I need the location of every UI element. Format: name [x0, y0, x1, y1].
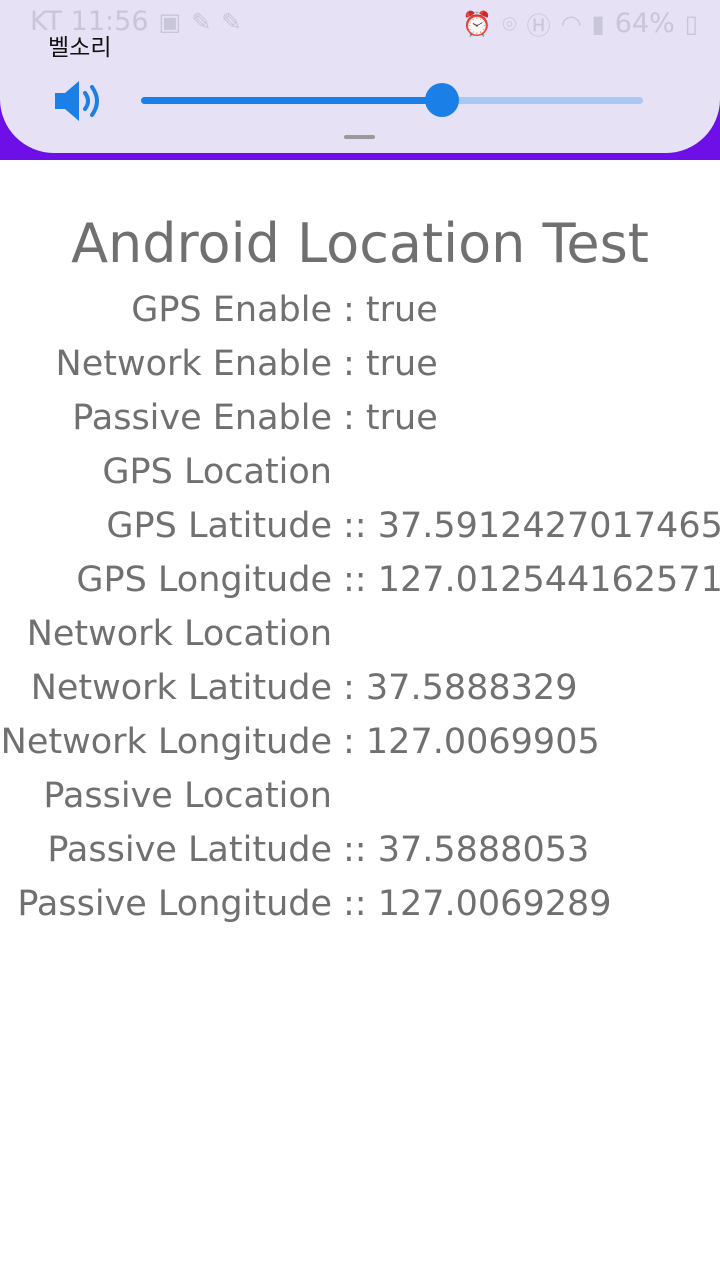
panel-drag-handle[interactable] — [344, 135, 375, 139]
network-location-row: Network Location — [0, 614, 720, 660]
gps-longitude-row: GPS Longitude :: 127.0125441625714 — [0, 560, 720, 606]
volume-slider-fill — [141, 97, 443, 104]
row-label: Network Latitude — [30, 668, 332, 708]
signal-icon: ▮ — [591, 9, 605, 38]
gps-location-row: GPS Location — [0, 452, 720, 498]
network-enable-row: Network Enable : true — [0, 344, 720, 390]
notification-icon: ✎ — [221, 7, 242, 36]
row-label: Passive Enable — [72, 398, 332, 438]
volume-slider-thumb[interactable] — [425, 83, 460, 117]
row-label: Passive Location — [43, 776, 332, 816]
battery-level: 64% — [614, 8, 675, 39]
battery-icon: ▯ — [684, 9, 698, 38]
row-value: :: 37.5888053 — [343, 830, 590, 870]
row-label: Passive Longitude — [17, 884, 332, 924]
row-value: : true — [343, 344, 438, 384]
volume-panel: KT 11:56 ▣ ✎ ✎ ⏰ ⌾ Ⓗ ◠ ▮ 64% ▯ 벨소리 — [0, 0, 720, 153]
row-value: : true — [343, 398, 438, 438]
row-label: Network Location — [26, 614, 332, 654]
network-longitude-row: Network Longitude : 127.0069905 — [0, 722, 720, 768]
passive-longitude-row: Passive Longitude :: 127.0069289 — [0, 884, 720, 930]
notification-icon: ✎ — [191, 7, 212, 36]
row-value: : true — [343, 290, 438, 330]
row-value: : 37.5888329 — [343, 668, 578, 708]
row-value: :: 127.0069289 — [343, 884, 612, 924]
location-icon: ⌾ — [502, 9, 517, 38]
passive-location-row: Passive Location — [0, 776, 720, 822]
row-label: Passive Latitude — [47, 830, 332, 870]
wifi-icon: ◠ — [560, 9, 582, 38]
passive-latitude-row: Passive Latitude :: 37.5888053 — [0, 830, 720, 876]
passive-enable-row: Passive Enable : true — [0, 398, 720, 444]
page-title: Android Location Test — [71, 212, 649, 275]
gallery-icon: ▣ — [158, 7, 182, 36]
row-label: Network Enable — [55, 344, 332, 384]
volume-slider[interactable] — [141, 83, 643, 117]
row-label: GPS Latitude — [106, 506, 332, 546]
alarm-icon: ⏰ — [462, 9, 493, 38]
row-value: : 127.0069905 — [343, 722, 600, 762]
row-value: :: 127.0125441625714 — [343, 560, 720, 600]
hd-icon: Ⓗ — [526, 12, 551, 40]
speaker-icon[interactable] — [52, 78, 108, 124]
volume-label: 벨소리 — [48, 35, 112, 61]
row-label: GPS Enable — [131, 290, 332, 330]
row-value: :: 37.59124270174652 — [343, 506, 720, 546]
gps-enable-row: GPS Enable : true — [0, 290, 720, 336]
row-label: GPS Longitude — [76, 560, 332, 600]
row-label: GPS Location — [102, 452, 332, 492]
network-latitude-row: Network Latitude : 37.5888329 — [0, 668, 720, 714]
gps-latitude-row: GPS Latitude :: 37.59124270174652 — [0, 506, 720, 552]
row-label: Network Longitude — [0, 722, 332, 762]
